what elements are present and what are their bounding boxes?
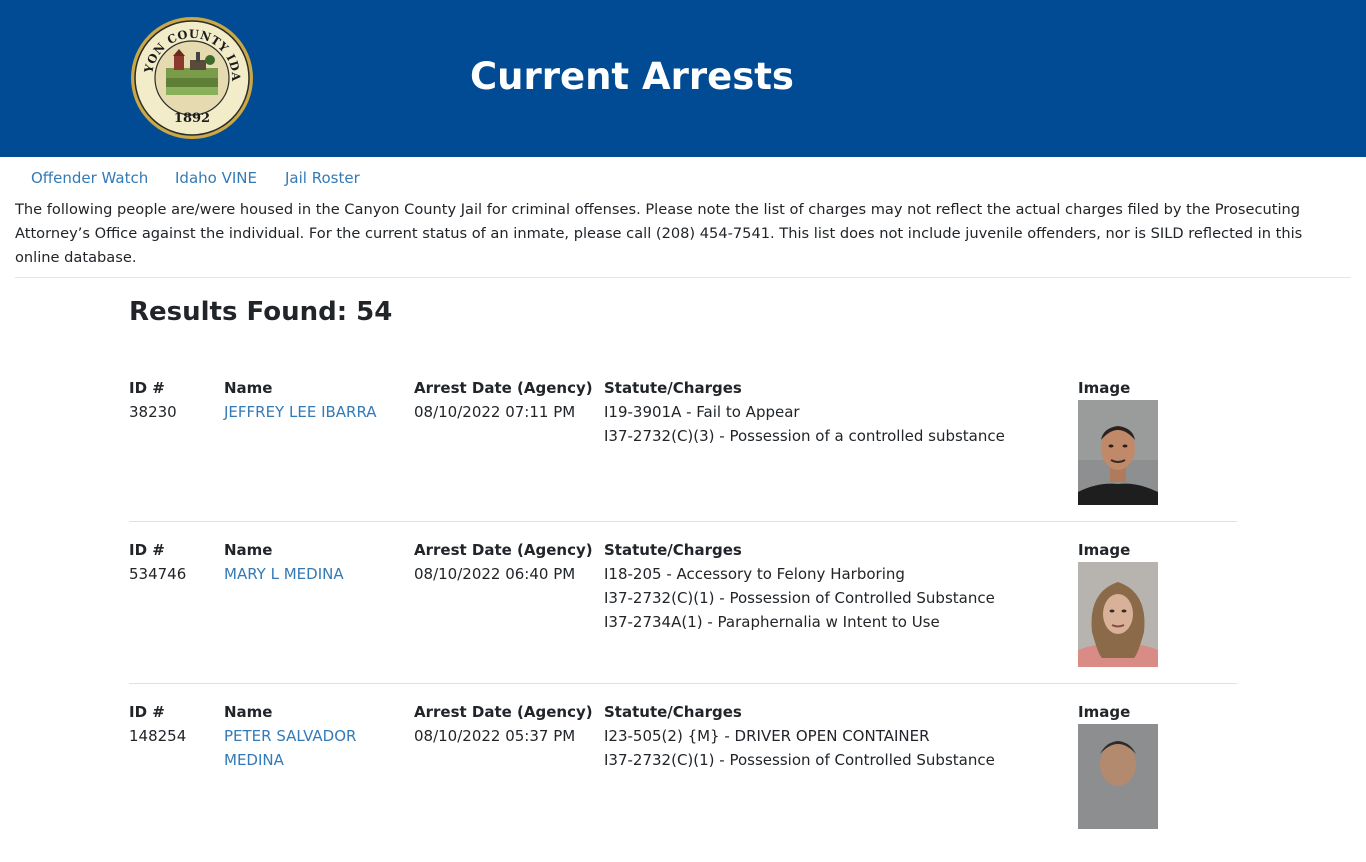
- name-cell: Name JEFFREY LEE IBARRA: [224, 376, 394, 424]
- charge-item: I18-205 - Accessory to Felony Harboring: [604, 565, 905, 583]
- arrest-record: ID # 148254 Name PETER SALVADOR MEDINA A…: [129, 700, 1237, 862]
- arrest-date-cell: Arrest Date (Agency) 08/10/2022 05:37 PM: [414, 700, 599, 748]
- arrest-date-header: Arrest Date (Agency): [414, 379, 593, 397]
- image-cell: Image: [1078, 538, 1168, 667]
- inmate-name-link[interactable]: PETER SALVADOR MEDINA: [224, 724, 394, 772]
- charge-item: I37-2732(C)(3) - Possession of a control…: [604, 427, 1005, 445]
- mugshot-image[interactable]: [1078, 724, 1158, 829]
- arrest-date: 08/10/2022 05:37 PM: [414, 727, 576, 745]
- charge-item: I19-3901A - Fail to Appear: [604, 403, 800, 421]
- charge-item: I37-2734A(1) - Paraphernalia w Intent to…: [604, 613, 940, 631]
- charge-item: I37-2732(C)(1) - Possession of Controlle…: [604, 751, 995, 769]
- booking-id: 148254: [129, 727, 187, 745]
- inmate-name-link[interactable]: JEFFREY LEE IBARRA: [224, 400, 394, 424]
- name-header: Name: [224, 703, 273, 721]
- id-header: ID #: [129, 541, 165, 559]
- id-header: ID #: [129, 703, 165, 721]
- image-header: Image: [1078, 379, 1131, 397]
- charges-header: Statute/Charges: [604, 379, 742, 397]
- charges-cell: Statute/Charges I19-3901A - Fail to Appe…: [604, 376, 1074, 448]
- arrest-date-header: Arrest Date (Agency): [414, 541, 593, 559]
- county-seal-logo: CANYON COUNTY IDAHO 1892: [130, 16, 253, 139]
- row-divider: [129, 683, 1237, 684]
- inmate-name-line: PETER SALVADOR: [224, 727, 357, 745]
- arrest-date: 08/10/2022 06:40 PM: [414, 565, 576, 583]
- charge-item: I37-2732(C)(1) - Possession of Controlle…: [604, 589, 995, 607]
- charge-item: I23-505(2) {M} - DRIVER OPEN CONTAINER: [604, 727, 930, 745]
- arrest-date-header: Arrest Date (Agency): [414, 703, 593, 721]
- booking-id: 534746: [129, 565, 187, 583]
- inmate-name-line: JEFFREY LEE IBARRA: [224, 403, 377, 421]
- image-header: Image: [1078, 703, 1131, 721]
- charges-cell: Statute/Charges I23-505(2) {M} - DRIVER …: [604, 700, 1074, 772]
- name-cell: Name PETER SALVADOR MEDINA: [224, 700, 394, 772]
- charges-cell: Statute/Charges I18-205 - Accessory to F…: [604, 538, 1074, 634]
- image-cell: Image: [1078, 376, 1168, 505]
- id-header: ID #: [129, 379, 165, 397]
- mugshot-image[interactable]: [1078, 400, 1158, 505]
- inmate-name-link[interactable]: MARY L MEDINA: [224, 562, 394, 586]
- page-title: Current Arrests: [470, 55, 794, 98]
- image-header: Image: [1078, 541, 1131, 559]
- id-cell: ID # 148254: [129, 700, 219, 748]
- id-cell: ID # 38230: [129, 376, 219, 424]
- page-header: CANYON COUNTY IDAHO 1892 Current Arrests: [0, 0, 1366, 157]
- charges-header: Statute/Charges: [604, 541, 742, 559]
- section-divider: [15, 277, 1351, 278]
- nav-link-jail-roster[interactable]: Jail Roster: [285, 168, 360, 188]
- name-header: Name: [224, 541, 273, 559]
- arrest-record: ID # 534746 Name MARY L MEDINA Arrest Da…: [129, 538, 1237, 700]
- charges-header: Statute/Charges: [604, 703, 742, 721]
- mugshot-image[interactable]: [1078, 562, 1158, 667]
- seal-year: 1892: [174, 111, 210, 126]
- nav-link-idaho-vine[interactable]: Idaho VINE: [175, 168, 257, 188]
- arrest-date-cell: Arrest Date (Agency) 08/10/2022 06:40 PM: [414, 538, 599, 586]
- arrest-date: 08/10/2022 07:11 PM: [414, 403, 576, 421]
- arrest-record: ID # 38230 Name JEFFREY LEE IBARRA Arres…: [129, 376, 1237, 538]
- inmate-name-line: MARY L MEDINA: [224, 565, 344, 583]
- inmate-name-line: MEDINA: [224, 751, 284, 769]
- name-header: Name: [224, 379, 273, 397]
- name-cell: Name MARY L MEDINA: [224, 538, 394, 586]
- nav-link-offender-watch[interactable]: Offender Watch: [31, 168, 148, 188]
- row-divider: [129, 521, 1237, 522]
- results-count-heading: Results Found: 54: [129, 297, 393, 327]
- booking-id: 38230: [129, 403, 177, 421]
- image-cell: Image: [1078, 700, 1168, 829]
- intro-disclaimer: The following people are/were housed in …: [15, 201, 1303, 266]
- id-cell: ID # 534746: [129, 538, 219, 586]
- arrest-date-cell: Arrest Date (Agency) 08/10/2022 07:11 PM: [414, 376, 599, 424]
